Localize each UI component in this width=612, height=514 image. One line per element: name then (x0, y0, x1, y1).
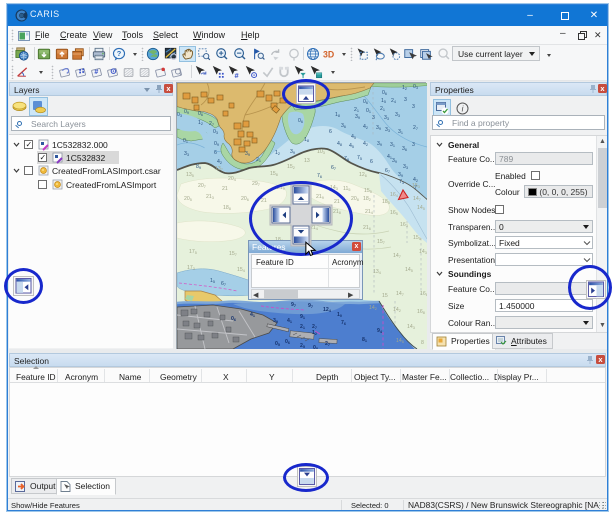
svg-text:6: 6 (214, 150, 217, 156)
svg-text:3: 3 (412, 104, 415, 110)
svg-text:3: 3 (372, 115, 375, 121)
svg-text:8: 8 (421, 340, 424, 346)
svg-text:13: 13 (304, 158, 310, 164)
svg-text:3D: 3D (323, 50, 334, 60)
svg-text:6: 6 (370, 159, 373, 165)
svg-text:#: # (94, 69, 98, 76)
svg-text:i: i (462, 105, 464, 114)
svg-text:3: 3 (404, 97, 407, 103)
svg-text:3: 3 (412, 142, 415, 148)
svg-text:15: 15 (382, 293, 388, 299)
svg-text:21: 21 (222, 186, 228, 192)
svg-text:#: # (234, 71, 239, 79)
svg-text:6: 6 (329, 129, 332, 135)
svg-text:?: ? (117, 49, 122, 58)
